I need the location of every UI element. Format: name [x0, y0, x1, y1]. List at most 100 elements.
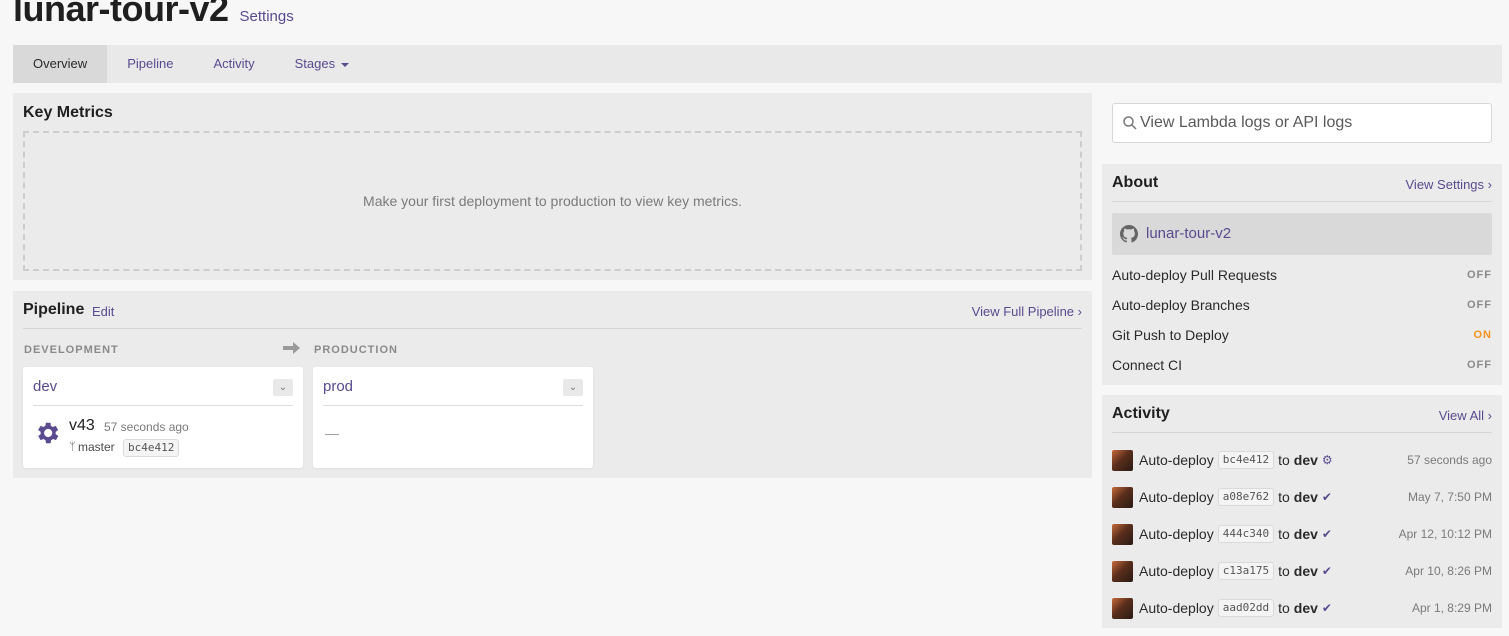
setting-status: OFF — [1467, 299, 1492, 311]
activity-time: May 7, 7:50 PM — [1407, 490, 1492, 504]
setting-auto-deploy-branches[interactable]: Auto-deploy Branches OFF — [1112, 297, 1492, 317]
activity-item[interactable]: Auto-deploy a08e762 to dev ✔ May 7, 7:50… — [1112, 485, 1492, 509]
chevron-down-icon[interactable]: ⌄ — [563, 379, 583, 396]
stage-label-development: DEVELOPMENT — [24, 344, 119, 356]
activity-time: Apr 12, 10:12 PM — [1398, 527, 1492, 541]
repo-name[interactable]: lunar-tour-v2 — [1146, 225, 1231, 242]
key-metrics-panel: Key Metrics Make your first deployment t… — [13, 93, 1092, 280]
setting-status: OFF — [1467, 359, 1492, 371]
tab-activity[interactable]: Activity — [193, 45, 274, 83]
stage-label-production: PRODUCTION — [314, 344, 398, 356]
stage-card-dev[interactable]: dev ⌄ v43 57 seconds ago ᛘ master bc4e41… — [23, 367, 303, 468]
chevron-right-icon: › — [1487, 408, 1492, 423]
divider — [323, 405, 583, 406]
search-input[interactable] — [1140, 104, 1485, 142]
pipeline-title: Pipeline — [23, 301, 85, 318]
check-icon: ✔ — [1321, 527, 1332, 541]
activity-stage[interactable]: dev — [1294, 452, 1318, 468]
stage-name[interactable]: prod — [323, 378, 353, 395]
stage-name[interactable]: dev — [33, 378, 57, 395]
activity-stage[interactable]: dev — [1294, 600, 1318, 616]
about-title: About — [1112, 174, 1159, 191]
caret-down-icon — [341, 62, 350, 67]
activity-stage[interactable]: dev — [1294, 563, 1318, 579]
setting-status: ON — [1473, 329, 1492, 341]
activity-to: to — [1278, 489, 1290, 505]
avatar — [1112, 523, 1133, 545]
activity-time: Apr 1, 8:29 PM — [1411, 601, 1492, 615]
about-header: About View Settings › — [1112, 174, 1492, 202]
divider — [33, 405, 293, 406]
activity-to: to — [1278, 600, 1290, 616]
activity-action: Auto-deploy — [1139, 526, 1214, 542]
activity-item[interactable]: Auto-deploy aad02dd to dev ✔ Apr 1, 8:29… — [1112, 596, 1492, 620]
avatar — [1112, 597, 1133, 619]
pipeline-edit-link[interactable]: Edit — [92, 304, 114, 319]
view-full-pipeline-label: View Full Pipeline — [971, 304, 1075, 319]
stage-card-prod[interactable]: prod ⌄ — — [313, 367, 593, 468]
activity-item[interactable]: Auto-deploy bc4e412 to dev ⚙ 57 seconds … — [1112, 448, 1492, 472]
activity-header: Activity View All › — [1112, 405, 1492, 433]
activity-item[interactable]: Auto-deploy 444c340 to dev ✔ Apr 12, 10:… — [1112, 522, 1492, 546]
chevron-right-icon: › — [1077, 304, 1082, 319]
gear-icon: ⚙ — [1321, 453, 1333, 467]
activity-panel: Activity View All › Auto-deploy bc4e412 … — [1102, 395, 1502, 628]
setting-connect-ci[interactable]: Connect CI OFF — [1112, 357, 1492, 377]
commit-sha[interactable]: 444c340 — [1217, 525, 1275, 543]
chevron-down-icon[interactable]: ⌄ — [273, 379, 293, 396]
activity-stage[interactable]: dev — [1294, 489, 1318, 505]
repo-link[interactable]: lunar-tour-v2 — [1112, 213, 1492, 255]
setting-label: Auto-deploy Branches — [1112, 297, 1250, 313]
avatar — [1112, 449, 1133, 471]
setting-git-push-deploy[interactable]: Git Push to Deploy ON — [1112, 327, 1492, 347]
activity-action: Auto-deploy — [1139, 489, 1214, 505]
tab-pipeline[interactable]: Pipeline — [107, 45, 193, 83]
commit-sha[interactable]: bc4e412 — [123, 439, 180, 457]
tab-bar: Overview Pipeline Activity Stages — [13, 45, 1502, 83]
activity-to: to — [1278, 563, 1290, 579]
activity-stage[interactable]: dev — [1294, 526, 1318, 542]
view-settings-link[interactable]: View Settings › — [1406, 177, 1493, 192]
key-metrics-empty-state: Make your first deployment to production… — [23, 131, 1082, 271]
activity-item[interactable]: Auto-deploy c13a175 to dev ✔ Apr 10, 8:2… — [1112, 559, 1492, 583]
search-icon — [1123, 116, 1137, 130]
branch-name: master — [78, 440, 115, 454]
setting-auto-deploy-pr[interactable]: Auto-deploy Pull Requests OFF — [1112, 267, 1492, 287]
setting-label: Git Push to Deploy — [1112, 327, 1229, 343]
check-icon: ✔ — [1321, 564, 1332, 578]
activity-to: to — [1278, 452, 1290, 468]
activity-time: 57 seconds ago — [1407, 453, 1492, 467]
check-icon: ✔ — [1321, 601, 1332, 615]
setting-status: OFF — [1467, 269, 1492, 281]
commit-sha[interactable]: a08e762 — [1217, 488, 1275, 506]
activity-action: Auto-deploy — [1139, 563, 1214, 579]
commit-sha[interactable]: bc4e412 — [1217, 451, 1275, 469]
activity-title: Activity — [1112, 405, 1170, 422]
view-all-link[interactable]: View All › — [1439, 408, 1492, 423]
avatar — [1112, 486, 1133, 508]
github-icon — [1120, 225, 1138, 243]
tab-stages-label: Stages — [294, 56, 336, 71]
activity-to: to — [1278, 526, 1290, 542]
view-full-pipeline-link[interactable]: View Full Pipeline › — [972, 304, 1082, 319]
commit-sha[interactable]: aad02dd — [1217, 599, 1275, 617]
setting-label: Auto-deploy Pull Requests — [1112, 267, 1277, 283]
commit-sha[interactable]: c13a175 — [1217, 562, 1275, 580]
log-search[interactable] — [1112, 103, 1492, 143]
page-title: lunar-tour-v2 — [13, 0, 229, 29]
key-metrics-title: Key Metrics — [23, 104, 113, 121]
view-all-label: View All — [1438, 408, 1485, 423]
deploy-version[interactable]: v43 — [69, 417, 95, 435]
tab-overview[interactable]: Overview — [13, 45, 108, 83]
settings-link[interactable]: Settings — [240, 8, 294, 25]
empty-deploy-placeholder: — — [325, 425, 339, 441]
pipeline-panel: Pipeline Edit View Full Pipeline › DEVEL… — [13, 291, 1092, 478]
avatar — [1112, 560, 1133, 582]
activity-action: Auto-deploy — [1139, 452, 1214, 468]
chevron-right-icon: › — [1487, 177, 1492, 192]
deploy-time: 57 seconds ago — [104, 420, 189, 434]
page-header: lunar-tour-v2 Settings — [13, 0, 294, 30]
tab-stages[interactable]: Stages — [275, 45, 369, 83]
check-icon: ✔ — [1321, 490, 1332, 504]
activity-time: Apr 10, 8:26 PM — [1405, 564, 1492, 578]
